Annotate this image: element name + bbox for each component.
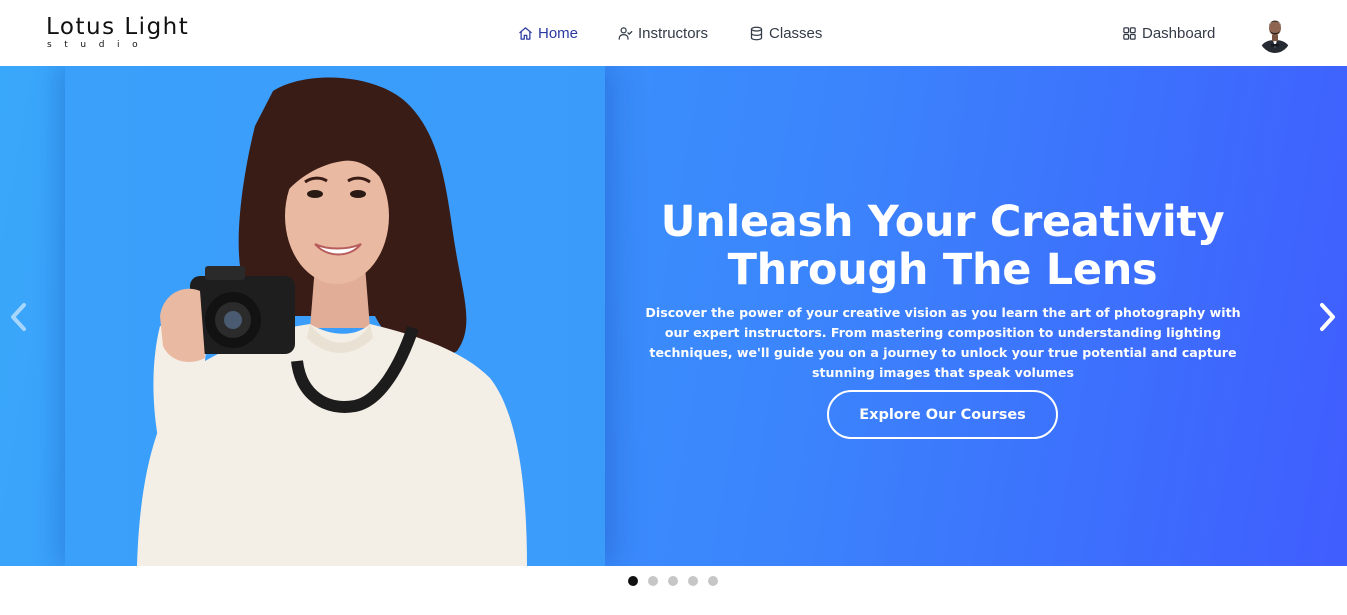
carousel-pagination xyxy=(628,576,728,586)
carousel-prev-button[interactable] xyxy=(4,300,34,334)
main-nav: Home Instructors Classes xyxy=(518,22,822,44)
photographer-image xyxy=(137,77,527,566)
dashboard-label: Dashboard xyxy=(1142,24,1216,42)
hero-photo xyxy=(65,66,605,566)
hero-heading-line2: Through The Lens xyxy=(727,245,1158,295)
logo-subtitle: studio xyxy=(47,40,151,50)
carousel-dot[interactable] xyxy=(688,576,698,586)
logo-title: Lotus Light xyxy=(46,14,190,40)
nav-classes-link[interactable]: Classes xyxy=(749,22,822,44)
hero-heading-line1: Unleash Your Creativity xyxy=(660,197,1225,247)
nav-home-link[interactable]: Home xyxy=(518,22,578,44)
carousel-dot[interactable] xyxy=(648,576,658,586)
grid-icon xyxy=(1123,26,1136,40)
user-avatar-image xyxy=(1258,13,1292,53)
home-icon xyxy=(519,26,532,40)
explore-courses-button[interactable]: Explore Our Courses xyxy=(827,390,1058,439)
carousel-dot[interactable] xyxy=(708,576,718,586)
nav-classes-label: Classes xyxy=(769,24,823,42)
logo[interactable]: Lotus Light studio xyxy=(46,14,189,50)
navbar: Lotus Light studio Home Instructors Clas… xyxy=(0,0,1347,66)
carousel-next-button[interactable] xyxy=(1313,300,1343,334)
user-avatar[interactable] xyxy=(1258,13,1292,53)
hero-heading: Unleash Your Creativity Through The Lens xyxy=(620,198,1265,294)
hero-carousel: Unleash Your Creativity Through The Lens… xyxy=(0,66,1347,566)
nav-instructors-link[interactable]: Instructors xyxy=(618,22,708,44)
carousel-dot[interactable] xyxy=(668,576,678,586)
hero-description: Discover the power of your creative visi… xyxy=(645,305,1241,380)
carousel-dot[interactable] xyxy=(628,576,638,586)
nav-instructors-label: Instructors xyxy=(638,24,709,42)
chevron-left-icon xyxy=(11,303,26,331)
chevron-right-icon xyxy=(1320,303,1335,331)
nav-home-label: Home xyxy=(538,24,579,42)
user-check-icon xyxy=(618,26,633,40)
dashboard-link[interactable]: Dashboard xyxy=(1122,22,1215,44)
database-icon xyxy=(750,26,763,40)
